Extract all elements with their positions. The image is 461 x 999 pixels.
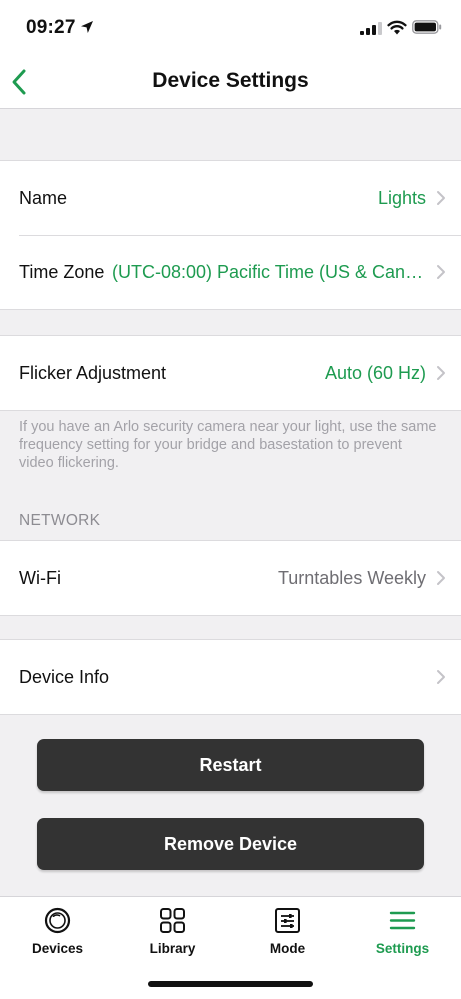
tab-devices-label: Devices — [31, 941, 84, 956]
flicker-adjustment-row[interactable]: Flicker Adjustment Auto (60 Hz) — [0, 336, 461, 410]
device-settings-group: Name Lights Time Zone (UTC-08:00) Pacifi… — [0, 160, 461, 310]
settings-menu-icon — [389, 911, 416, 930]
home-indicator[interactable] — [148, 981, 313, 987]
cellular-signal-icon — [360, 22, 382, 35]
flicker-adjustment-label: Flicker Adjustment — [19, 363, 167, 383]
name-label: Name — [19, 188, 68, 208]
time-zone-row[interactable]: Time Zone (UTC-08:00) Pacific Time (US &… — [0, 235, 461, 309]
wifi-row[interactable]: Wi-Fi Turntables Weekly — [0, 541, 461, 615]
name-row[interactable]: Name Lights — [0, 161, 461, 235]
tab-settings-label: Settings — [375, 941, 430, 956]
page-title: Device Settings — [152, 69, 309, 92]
name-value: Lights — [377, 188, 426, 208]
status-bar: 09:27 — [0, 0, 461, 56]
device-info-row[interactable]: Device Info — [0, 640, 461, 714]
tab-devices[interactable]: Devices — [0, 897, 115, 967]
chevron-right-icon — [437, 670, 445, 684]
time-zone-label: Time Zone — [19, 262, 105, 282]
flicker-footnote: If you have an Arlo security camera near… — [19, 419, 437, 471]
library-grid-icon — [160, 908, 185, 933]
device-info-label: Device Info — [19, 667, 110, 687]
chevron-right-icon — [437, 571, 445, 585]
tab-library[interactable]: Library — [115, 897, 230, 967]
wifi-label: Wi-Fi — [19, 568, 61, 588]
device-info-group: Device Info — [0, 639, 461, 715]
devices-icon — [44, 907, 71, 934]
tab-mode-label: Mode — [269, 941, 306, 956]
flicker-group: Flicker Adjustment Auto (60 Hz) — [0, 335, 461, 411]
battery-icon — [412, 20, 442, 34]
mode-sliders-icon — [275, 908, 300, 933]
time-zone-value: (UTC-08:00) Pacific Time (US & Canada) — [112, 262, 426, 282]
chevron-right-icon — [437, 366, 445, 380]
wifi-value: Turntables Weekly — [277, 568, 426, 588]
tab-mode[interactable]: Mode — [230, 897, 345, 967]
chevron-right-icon — [437, 265, 445, 279]
status-time: 09:27 — [26, 17, 76, 38]
flicker-adjustment-value: Auto (60 Hz) — [324, 363, 426, 383]
wifi-icon — [387, 20, 407, 35]
restart-button[interactable]: Restart — [37, 739, 424, 791]
remove-device-button[interactable]: Remove Device — [37, 818, 424, 870]
navigation-bar: Device Settings — [0, 56, 461, 109]
tab-library-label: Library — [149, 941, 196, 956]
network-group: Wi-Fi Turntables Weekly — [0, 540, 461, 616]
chevron-right-icon — [437, 191, 445, 205]
tab-settings[interactable]: Settings — [345, 897, 460, 967]
location-arrow-icon — [81, 21, 93, 33]
network-section-header: NETWORK — [19, 512, 101, 529]
